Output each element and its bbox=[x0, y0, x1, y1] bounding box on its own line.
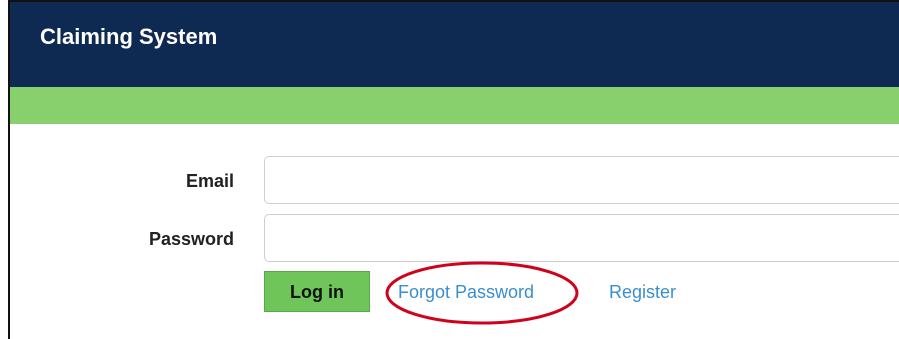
login-button[interactable]: Log in bbox=[264, 271, 370, 312]
password-field[interactable] bbox=[264, 214, 899, 262]
accent-bar bbox=[10, 87, 899, 124]
forgot-password-link[interactable]: Forgot Password bbox=[398, 281, 534, 303]
page-frame: Claiming System Email Password Log in Fo… bbox=[0, 0, 899, 339]
app-title: Claiming System bbox=[40, 24, 218, 49]
email-label: Email bbox=[185, 171, 234, 191]
app-header: Claiming System bbox=[10, 2, 899, 87]
email-field[interactable] bbox=[264, 156, 899, 204]
password-label: Password bbox=[148, 229, 234, 249]
register-link[interactable]: Register bbox=[609, 281, 676, 303]
